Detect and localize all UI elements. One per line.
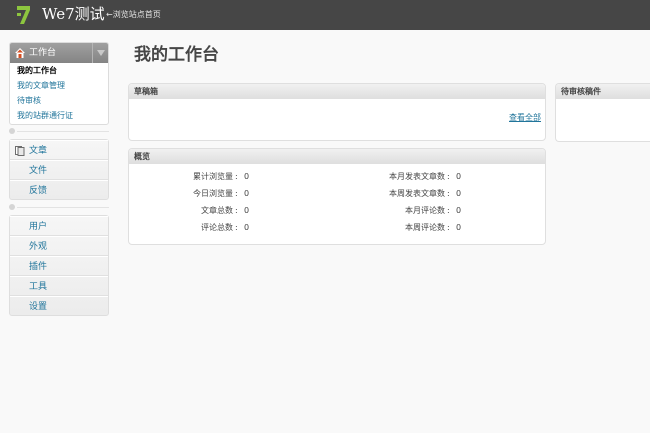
stat-value: 0	[456, 189, 462, 198]
stat-value: 0	[244, 172, 250, 181]
stat-label: 文章总数	[201, 206, 233, 215]
submenu-site-passport[interactable]: 我的站群通行证	[10, 108, 108, 123]
menu-item-files[interactable]: 文件	[10, 160, 108, 180]
stat-value: 0	[456, 223, 462, 232]
stat-value: 0	[244, 223, 250, 232]
admin-header: We7测试 ←浏览站点首页	[0, 0, 650, 30]
stat-label: 今日浏览量	[193, 189, 233, 198]
submenu-my-dashboard[interactable]: 我的工作台	[10, 63, 108, 78]
drafts-box-title[interactable]: 草稿箱	[129, 84, 545, 99]
stat-label: 本月发表文章数	[389, 172, 445, 181]
stat-colon: :	[447, 189, 450, 198]
stat-label: 本周发表文章数	[389, 189, 445, 198]
submenu-pending-review[interactable]: 待审核	[10, 93, 108, 108]
stat-colon: :	[235, 172, 238, 181]
article-icon	[15, 146, 25, 156]
menu-item-feedback-label: 反馈	[29, 186, 48, 196]
stat-colon: :	[235, 206, 238, 215]
dashboard-menu: 工作台 我的工作台 我的文章管理 待审核 我的站群通行证	[9, 42, 109, 125]
menu-item-settings-label: 设置	[29, 302, 48, 312]
stat-label: 本周评论数	[405, 223, 445, 232]
submenu-my-articles[interactable]: 我的文章管理	[10, 78, 108, 93]
stat-colon: :	[235, 223, 238, 232]
menu-item-plugins-label: 插件	[29, 262, 48, 272]
drafts-box: 草稿箱 查看全部	[128, 83, 546, 141]
dashboard-menu-label: 工作台	[29, 48, 57, 58]
stat-label: 评论总数	[201, 223, 233, 232]
stat-value: 0	[244, 189, 250, 198]
menu-toggle[interactable]	[92, 43, 108, 63]
home-icon	[15, 48, 25, 58]
menu-item-settings[interactable]: 设置	[10, 296, 108, 316]
overview-box-title[interactable]: 概览	[129, 149, 545, 164]
view-site-link[interactable]: ←浏览站点首页	[106, 10, 161, 20]
chevron-down-icon	[97, 50, 105, 56]
menu-item-appearance[interactable]: 外观	[10, 236, 108, 256]
menu-item-tools[interactable]: 工具	[10, 276, 108, 296]
menu-item-tools-label: 工具	[29, 282, 48, 292]
pending-box-title[interactable]: 待审核稿件	[556, 84, 650, 99]
we7-logo-icon	[17, 6, 30, 24]
menu-item-feedback[interactable]: 反馈	[10, 180, 108, 200]
dashboard-menu-header[interactable]: 工作台	[10, 43, 108, 63]
stat-colon: :	[235, 189, 238, 198]
menu-item-article-label: 文章	[29, 146, 48, 156]
stat-colon: :	[447, 172, 450, 181]
stat-value: 0	[456, 172, 462, 181]
menu-item-appearance-label: 外观	[29, 242, 48, 252]
stat-value: 0	[244, 206, 250, 215]
stat-label: 本月评论数	[405, 206, 445, 215]
site-title: We7测试	[42, 5, 105, 23]
menu-separator	[9, 128, 109, 134]
admin-menu: 用户 外观 插件 工具 设置	[9, 215, 109, 316]
overview-box: 概览 累计浏览量 : 0 今日浏览量 : 0 文章总数 : 0 评论总数 : 0…	[128, 148, 546, 245]
stat-colon: :	[447, 206, 450, 215]
menu-item-users-label: 用户	[29, 222, 48, 232]
page-title: 我的工作台	[134, 45, 219, 65]
menu-item-plugins[interactable]: 插件	[10, 256, 108, 276]
pending-box: 待审核稿件	[555, 83, 650, 142]
stat-value: 0	[456, 206, 462, 215]
content-menu: 文章 文件 反馈	[9, 139, 109, 200]
menu-item-users[interactable]: 用户	[10, 216, 108, 236]
menu-item-article[interactable]: 文章	[10, 140, 108, 160]
stat-colon: :	[447, 223, 450, 232]
stat-label: 累计浏览量	[193, 172, 233, 181]
menu-item-files-label: 文件	[29, 166, 48, 176]
view-all-link[interactable]: 查看全部	[509, 112, 541, 123]
menu-separator	[9, 204, 109, 210]
